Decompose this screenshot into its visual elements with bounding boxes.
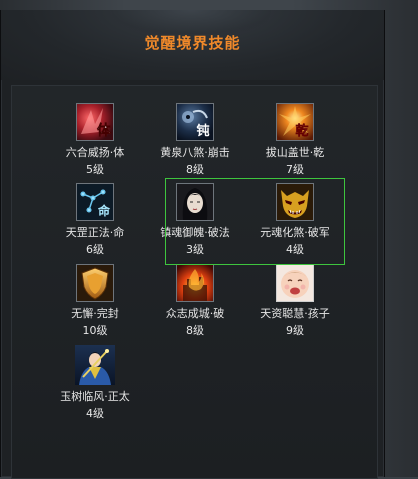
skill-name: 天资聪慧·孩子 [260, 307, 330, 320]
skill-name: 无懈·完封 [71, 307, 119, 320]
skill-name: 黄泉八煞·崩击 [160, 146, 230, 159]
skill-name: 众志成城·破 [165, 307, 225, 320]
dun-glyph-icon[interactable]: 钝 [176, 103, 214, 141]
shield-icon[interactable] [76, 264, 114, 302]
skill-level: 4级 [86, 407, 104, 420]
skill-level: 6级 [86, 243, 104, 256]
skill-level: 8级 [186, 163, 204, 176]
skill-item-tianzi[interactable]: 天资聪慧·孩子 9级 [245, 264, 345, 338]
skill-item-liuhe[interactable]: 体 六合威扬·体 5级 [45, 103, 145, 177]
svg-text:钝: 钝 [196, 123, 209, 139]
baby-face-icon[interactable] [276, 264, 314, 302]
skill-level: 7级 [286, 163, 304, 176]
skill-level: 5级 [86, 163, 104, 176]
panel-header: 觉醒境界技能 [1, 10, 384, 80]
svg-text:乾: 乾 [295, 123, 308, 139]
skill-level: 10级 [82, 324, 108, 337]
qian-glyph-icon[interactable]: 乾 [276, 103, 314, 141]
skill-item-huangquan[interactable]: 钝 黄泉八煞·崩击 8级 [145, 103, 245, 177]
skill-level: 8级 [186, 324, 204, 337]
panel-title: 觉醒境界技能 [144, 34, 241, 52]
skill-name: 六合威扬·体 [65, 146, 125, 159]
selection-highlight [165, 178, 345, 265]
skill-name: 玉树临风·正太 [60, 390, 130, 403]
skill-item-wuxie[interactable]: 无懈·完封 10级 [45, 264, 145, 338]
ti-glyph-icon[interactable]: 体 [76, 103, 114, 141]
skill-item-bashan[interactable]: 乾 拔山盖世·乾 7级 [245, 103, 345, 177]
skill-name: 天罡正法·命 [65, 226, 125, 239]
header-ornament [111, 10, 271, 34]
ming-glyph-icon[interactable]: 命 [76, 183, 114, 221]
skill-item-yushu[interactable]: 玉树临风·正太 4级 [45, 345, 145, 421]
skill-level: 9级 [286, 324, 304, 337]
fire-city-icon[interactable] [176, 264, 214, 302]
skill-item-tiangang[interactable]: 命 天罡正法·命 6级 [45, 183, 145, 257]
skill-item-zhongzhi[interactable]: 众志成城·破 8级 [145, 264, 245, 338]
boy-warrior-icon[interactable] [75, 345, 115, 385]
skill-name: 拔山盖世·乾 [265, 146, 325, 159]
